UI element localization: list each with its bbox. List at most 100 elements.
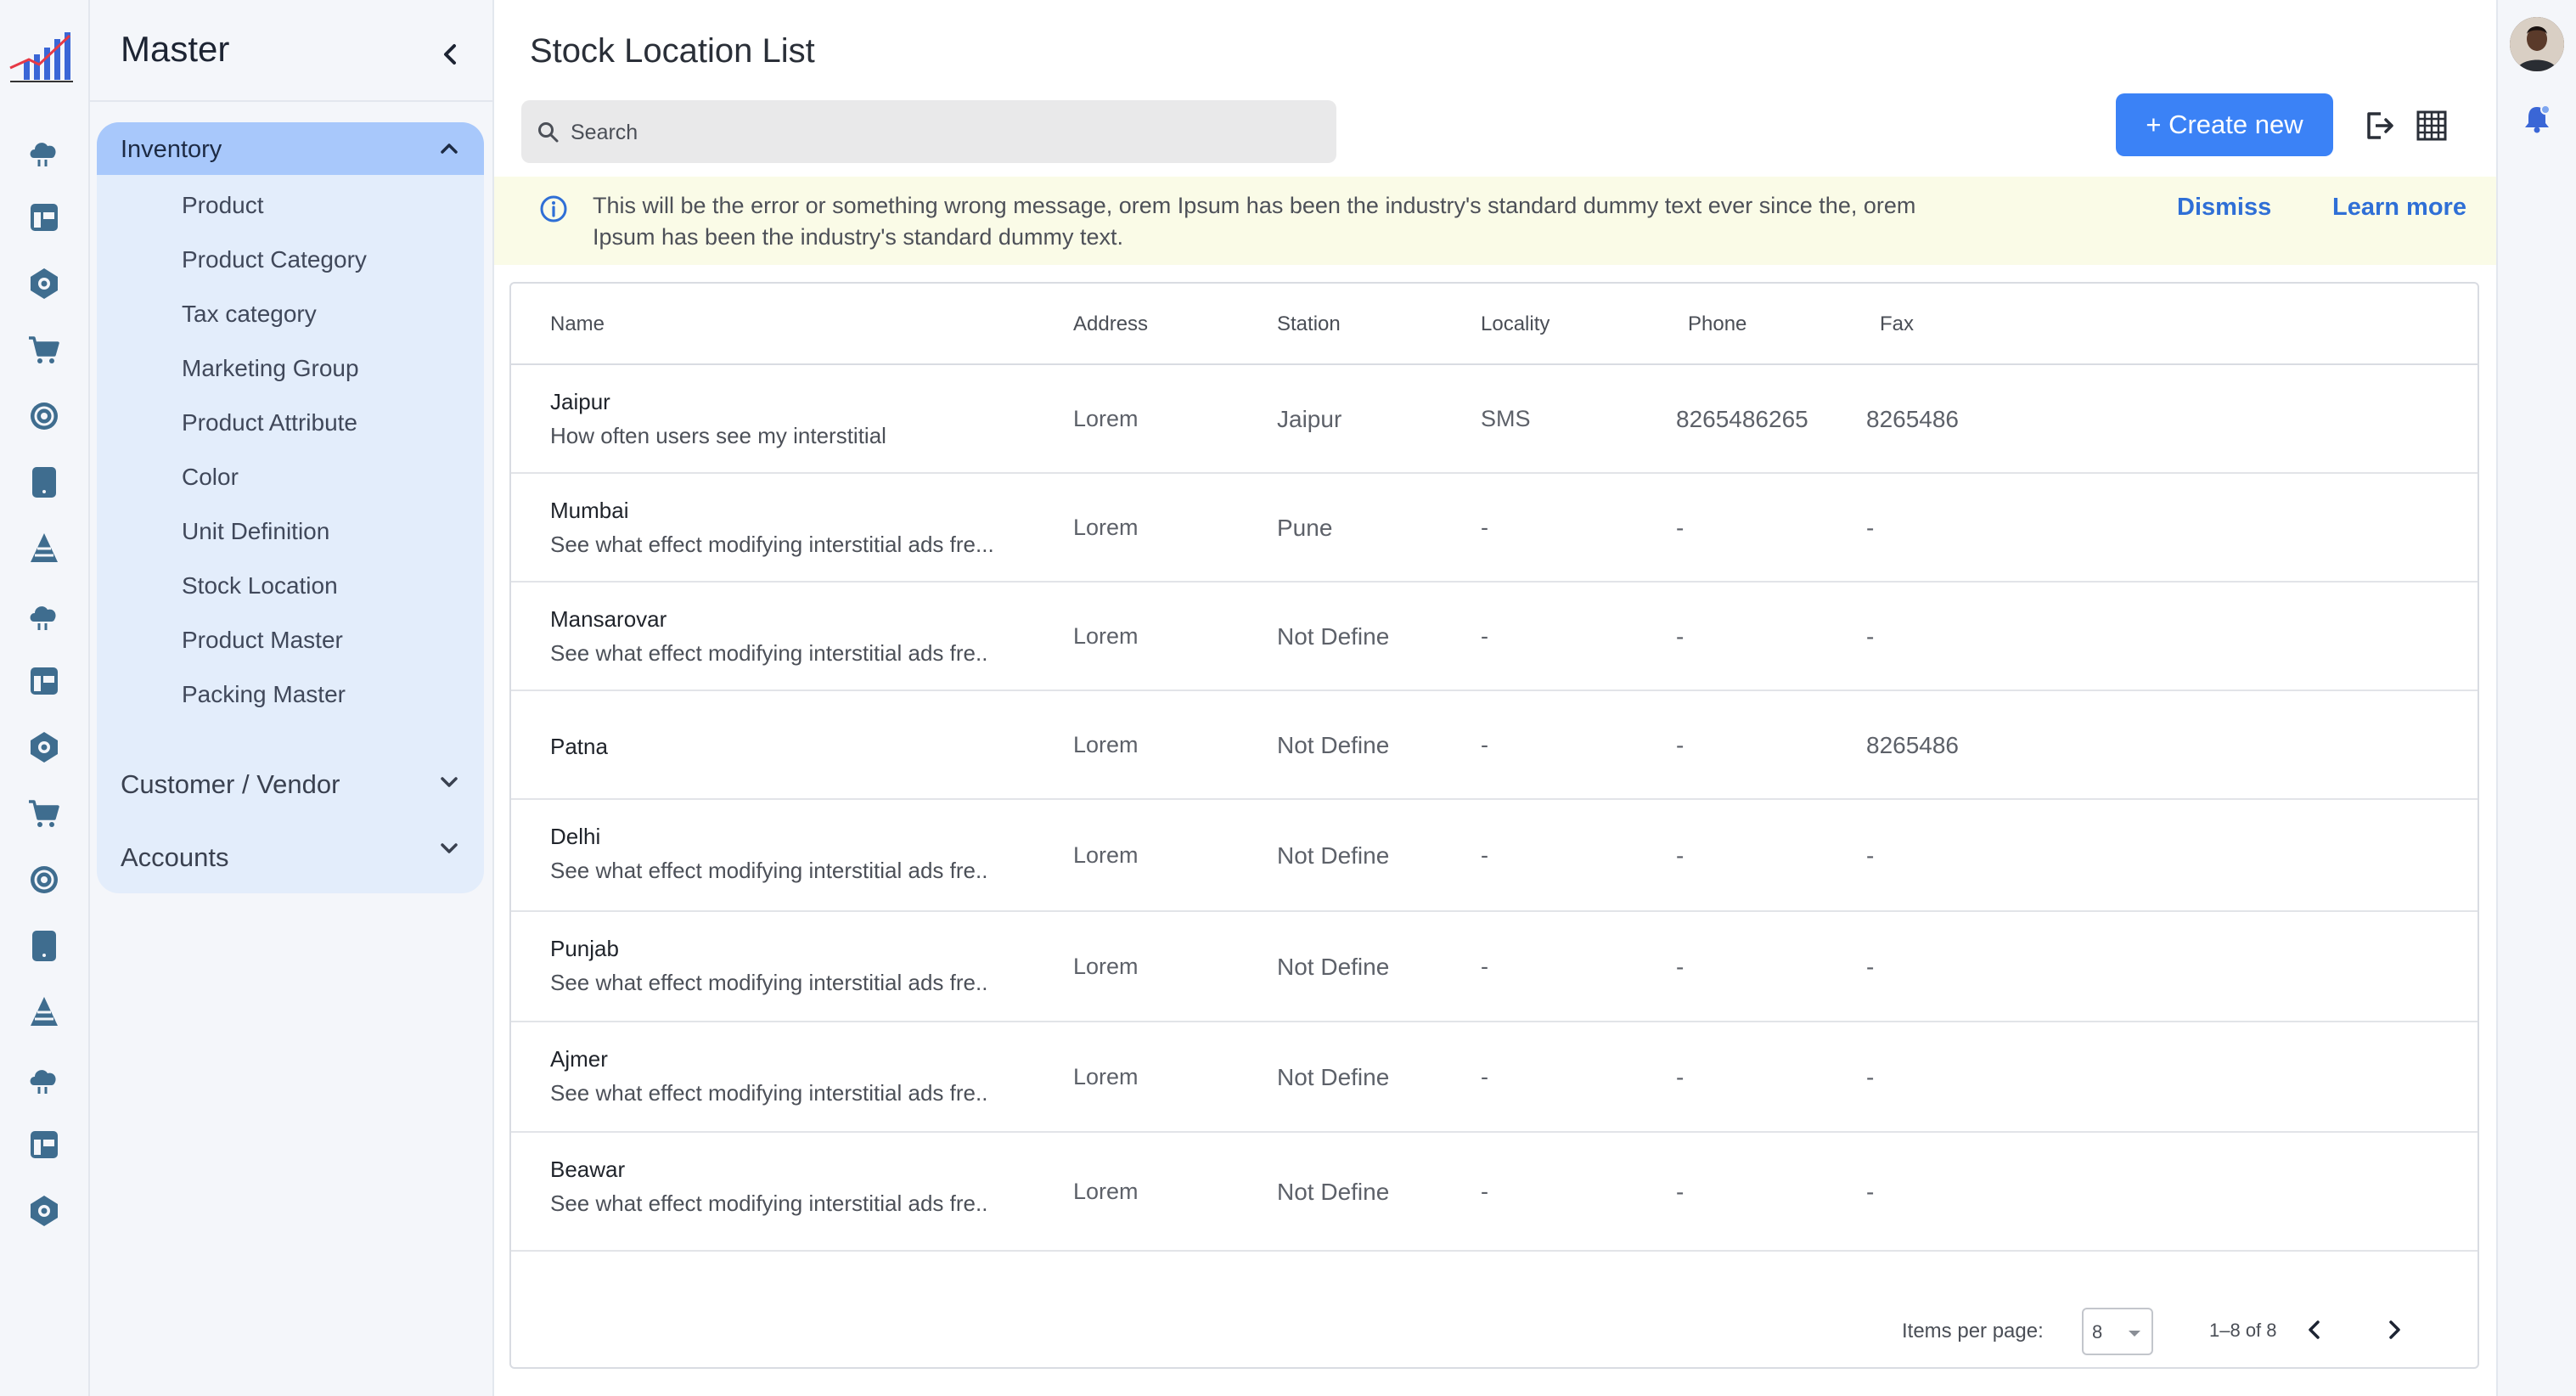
pagination-range: 1–8 of 8 xyxy=(2209,1320,2277,1341)
grid-view-icon[interactable] xyxy=(2415,109,2449,143)
alert-message: This will be the error or something wron… xyxy=(593,193,1916,250)
avatar[interactable] xyxy=(2510,17,2564,71)
sidebar-item-stock-location[interactable]: Stock Location xyxy=(182,572,338,599)
sidebar-item-marketing-group[interactable]: Marketing Group xyxy=(182,355,359,382)
tablet-icon[interactable] xyxy=(25,464,63,501)
export-icon[interactable] xyxy=(2362,109,2396,143)
cart-icon[interactable] xyxy=(25,331,63,369)
globe-icon[interactable] xyxy=(25,265,63,302)
cell-phone: - xyxy=(1676,1064,1685,1090)
cloud-icon[interactable] xyxy=(25,132,63,170)
cell-station: Not Define xyxy=(1277,1064,1390,1090)
sidebar-item-tax-category[interactable]: Tax category xyxy=(182,301,317,328)
cloud-icon[interactable] xyxy=(25,1060,63,1097)
cell-fax: 8265486 xyxy=(1866,406,1960,432)
table-row[interactable]: Ajmer See what effect modifying interstit… xyxy=(511,1022,2478,1133)
app-root: Master Inventory Product Product Categor… xyxy=(0,0,2576,1396)
sidebar-group-inventory: Inventory Product Product Category Tax c… xyxy=(97,122,484,893)
table-row[interactable]: Jaipur How often users see my interstitia… xyxy=(511,365,2478,474)
cell-phone: - xyxy=(1676,732,1685,758)
chevron-left-icon[interactable] xyxy=(433,37,467,71)
sidebar-item-color[interactable]: Color xyxy=(182,464,239,491)
chevron-left-icon[interactable] xyxy=(2299,1314,2330,1345)
cell-address: Lorem xyxy=(1073,842,1139,868)
cell-locality: - xyxy=(1481,1064,1488,1089)
column-header-station[interactable]: Station xyxy=(1277,312,1341,336)
sidebar-item-product-master[interactable]: Product Master xyxy=(182,627,343,654)
sidebar-item-accounts[interactable]: Accounts xyxy=(121,842,229,873)
cell-locality: - xyxy=(1481,732,1488,757)
globe-icon[interactable] xyxy=(25,1192,63,1230)
globe-icon[interactable] xyxy=(25,729,63,766)
table-row[interactable]: Mansarovar See what effect modifying inte… xyxy=(511,583,2478,691)
sidebar-item-product[interactable]: Product xyxy=(182,192,264,219)
sidebar-item-customer-vendor[interactable]: Customer / Vendor xyxy=(121,769,340,800)
chevron-down-icon[interactable] xyxy=(435,834,464,863)
cell-address: Lorem xyxy=(1073,732,1139,757)
sidebar-item-packing-master[interactable]: Packing Master xyxy=(182,681,346,708)
atom-icon[interactable] xyxy=(25,861,63,898)
sidebar-item-inventory[interactable]: Inventory xyxy=(97,122,484,175)
cell-name: Jaipur xyxy=(550,389,610,414)
cell-description: See what effect modifying interstitial a… xyxy=(550,858,988,883)
logo-icon xyxy=(9,32,73,82)
cell-station: Jaipur xyxy=(1277,406,1342,432)
cell-name: Mansarovar xyxy=(550,606,667,632)
cell-locality: - xyxy=(1481,515,1488,540)
table-row[interactable]: Mumbai See what effect modifying intersti… xyxy=(511,474,2478,583)
cell-phone: 8265486265 xyxy=(1676,406,1808,432)
cart-icon[interactable] xyxy=(25,795,63,832)
table-row[interactable]: Delhi See what effect modifying interstit… xyxy=(511,800,2478,912)
tablet-icon[interactable] xyxy=(25,927,63,965)
create-new-button[interactable]: + Create new xyxy=(2116,93,2333,156)
learn-more-link[interactable]: Learn more xyxy=(2332,194,2466,222)
chevron-right-icon[interactable] xyxy=(2379,1314,2410,1345)
cell-fax: - xyxy=(1866,1179,1875,1205)
table-row[interactable]: Patna Lorem Not Define - - 8265486 xyxy=(511,691,2478,800)
layout-icon[interactable] xyxy=(25,1126,63,1163)
sidebar-item-unit-definition[interactable]: Unit Definition xyxy=(182,518,329,545)
cell-locality: - xyxy=(1481,1179,1488,1204)
cell-address: Lorem xyxy=(1073,406,1139,431)
stock-location-table: Name Address Station Locality Phone Fax … xyxy=(509,282,2479,1369)
column-header-phone[interactable]: Phone xyxy=(1688,312,1746,336)
chevron-down-icon[interactable] xyxy=(435,768,464,797)
main-content: Stock Location List Search + Create new xyxy=(494,0,2496,1396)
column-header-address[interactable]: Address xyxy=(1073,312,1148,336)
cell-description: See what effect modifying interstitial a… xyxy=(550,640,988,666)
sidebar-header: Master xyxy=(90,0,492,102)
cell-name: Delhi xyxy=(550,824,601,849)
cell-address: Lorem xyxy=(1073,954,1139,979)
atom-icon[interactable] xyxy=(25,397,63,435)
items-per-page-label: Items per page: xyxy=(1902,1320,2044,1343)
dismiss-button[interactable]: Dismiss xyxy=(2177,194,2271,222)
cell-name: Patna xyxy=(550,734,608,759)
cone-icon[interactable] xyxy=(25,530,63,567)
layout-icon[interactable] xyxy=(25,662,63,700)
table-row[interactable]: Beawar See what effect modifying intersti… xyxy=(511,1133,2478,1252)
layout-icon[interactable] xyxy=(25,199,63,236)
cell-address: Lorem xyxy=(1073,623,1139,649)
column-header-locality[interactable]: Locality xyxy=(1481,312,1550,336)
items-per-page-select[interactable]: 8 xyxy=(2082,1308,2153,1355)
search-input[interactable]: Search xyxy=(521,100,1336,163)
cone-icon[interactable] xyxy=(25,994,63,1031)
caret-down-icon xyxy=(2129,1331,2140,1337)
cell-locality: - xyxy=(1481,954,1488,979)
table-row[interactable]: Punjab See what effect modifying intersti… xyxy=(511,912,2478,1022)
sidebar-item-product-attribute[interactable]: Product Attribute xyxy=(182,409,357,436)
cell-station: Not Define xyxy=(1277,1179,1390,1205)
right-rail xyxy=(2496,0,2576,1396)
cloud-icon[interactable] xyxy=(25,596,63,633)
cell-phone: - xyxy=(1676,954,1685,980)
cell-station: Not Define xyxy=(1277,623,1390,650)
cell-description: See what effect modifying interstitial a… xyxy=(550,970,988,995)
cell-description: How often users see my interstitial xyxy=(550,423,886,448)
chevron-up-icon xyxy=(441,144,458,154)
column-header-name[interactable]: Name xyxy=(550,312,605,336)
notification-bell-icon[interactable] xyxy=(2520,102,2554,136)
cell-description: See what effect modifying interstitial a… xyxy=(550,1191,988,1216)
sidebar-item-product-category[interactable]: Product Category xyxy=(182,246,367,273)
column-header-fax[interactable]: Fax xyxy=(1880,312,1914,336)
cell-locality: SMS xyxy=(1481,406,1531,431)
